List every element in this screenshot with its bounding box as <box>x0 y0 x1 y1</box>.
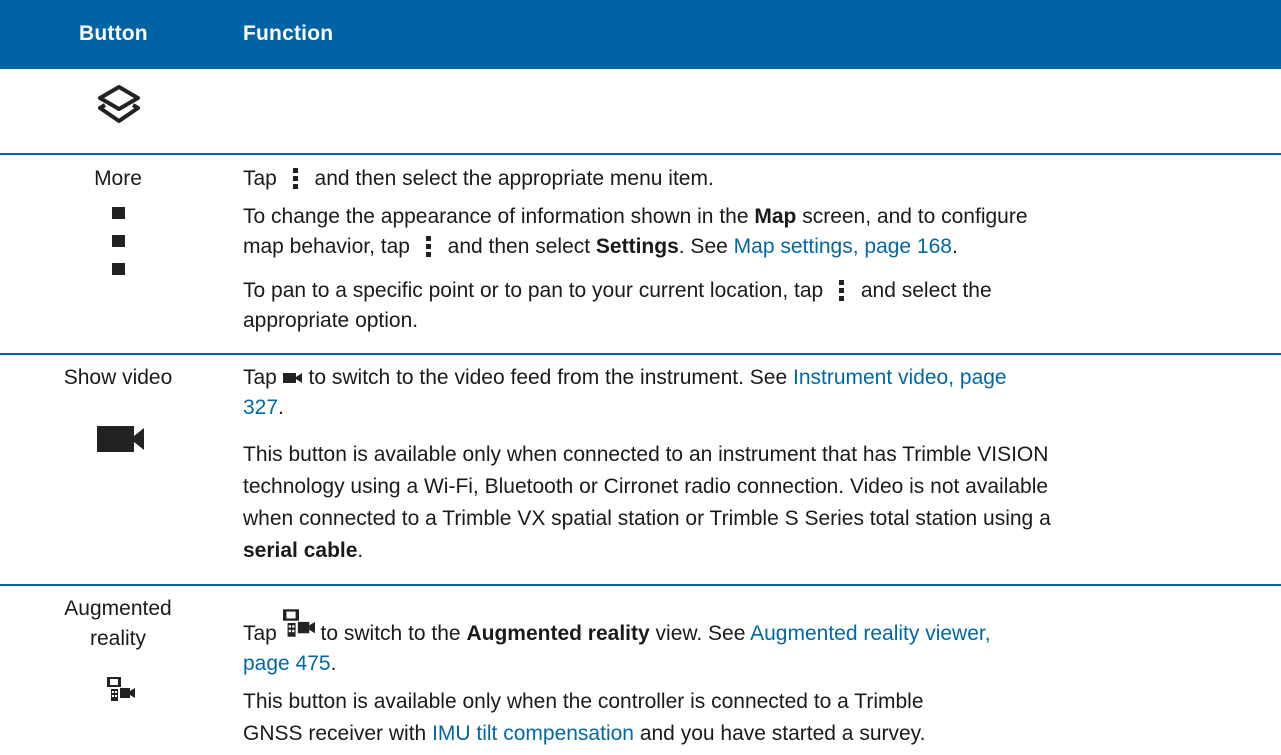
more-vertical-icon <box>292 168 298 190</box>
link-map-settings[interactable]: Map settings, page 168 <box>734 235 952 258</box>
row-label-show-video: Show video <box>63 366 173 389</box>
more-paragraph-1: Tap and then select the appropriate menu… <box>243 167 714 190</box>
augmented-reality-icon <box>107 677 135 701</box>
video-camera-icon <box>282 373 302 384</box>
link-imu-tilt-compensation[interactable]: IMU tilt compensation <box>432 722 634 745</box>
column-header-button: Button <box>79 22 148 45</box>
video-paragraph-2: This button is available only when conne… <box>243 443 1051 562</box>
more-vertical-icon <box>839 280 845 302</box>
more-paragraph-2: To change the appearance of information … <box>243 205 1028 258</box>
layers-icon <box>98 85 140 123</box>
more-vertical-icon <box>112 207 125 275</box>
column-header-function: Function <box>243 22 334 45</box>
more-vertical-icon <box>425 236 431 258</box>
ar-paragraph-1: Tap to switch to the Augmented reality v… <box>243 609 1243 679</box>
video-camera-icon <box>97 426 144 452</box>
row-divider <box>0 153 1281 155</box>
row-label-more: More <box>94 167 142 190</box>
row-divider <box>0 584 1281 586</box>
table-header: Button Function <box>0 0 1281 69</box>
row-divider <box>0 353 1281 355</box>
row-label-augmented-reality: Augmented reality <box>64 597 172 650</box>
more-paragraph-3: To pan to a specific point or to pan to … <box>243 279 992 332</box>
augmented-reality-icon <box>282 609 315 637</box>
video-paragraph-1: Tap to switch to the video feed from the… <box>243 366 1007 419</box>
ar-paragraph-2: This button is available only when the c… <box>243 690 926 745</box>
